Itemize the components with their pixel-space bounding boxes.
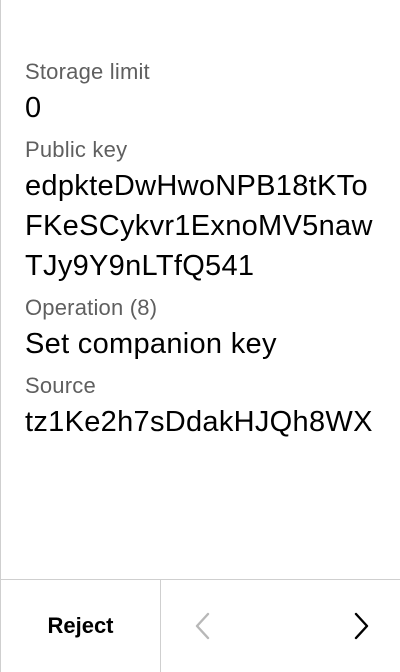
chevron-right-icon xyxy=(354,612,369,640)
next-page-button[interactable] xyxy=(349,606,373,646)
field-value: edpkteDwHwoNPB18tKToFKeSCykvr1ExnoMV5naw… xyxy=(25,170,373,282)
action-footer: Reject xyxy=(1,579,400,672)
field-source: Source tz1Ke2h7sDdakHJQh8WX xyxy=(25,370,385,442)
reject-button[interactable]: Reject xyxy=(1,580,161,672)
field-public-key: Public key edpkteDwHwoNPB18tKToFKeSCykvr… xyxy=(25,134,385,286)
field-value: tz1Ke2h7sDdakHJQh8WX xyxy=(25,406,373,438)
review-screen: Storage limit 0 Public key edpkteDwHwoNP… xyxy=(0,0,400,672)
field-storage-limit: Storage limit 0 xyxy=(25,56,385,128)
field-value: 0 xyxy=(25,92,42,124)
field-label: Storage limit xyxy=(25,59,150,84)
field-value: Set companion key xyxy=(25,328,277,360)
field-operation: Operation (8) Set companion key xyxy=(25,292,385,364)
page-navigation xyxy=(161,580,400,672)
review-content: Storage limit 0 Public key edpkteDwHwoNP… xyxy=(25,56,385,442)
previous-page-button[interactable] xyxy=(191,606,215,646)
chevron-left-icon xyxy=(195,612,210,640)
field-label: Operation (8) xyxy=(25,295,158,320)
field-label: Source xyxy=(25,373,96,398)
field-label: Public key xyxy=(25,137,128,162)
